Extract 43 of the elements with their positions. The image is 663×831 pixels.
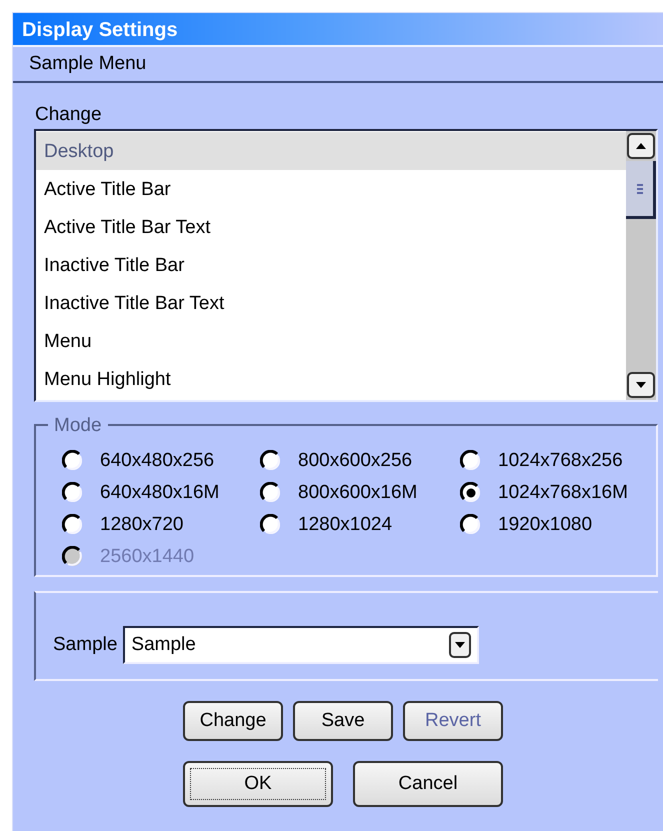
combo-box[interactable]: Sample	[123, 626, 480, 664]
scroll-thumb[interactable]	[626, 161, 656, 219]
down-arrow-icon	[455, 642, 466, 648]
ok-button[interactable]: OK	[183, 761, 333, 807]
scroll-up-button[interactable]	[627, 133, 655, 159]
radio-label: 1280x720	[100, 512, 184, 537]
list-item[interactable]: Menu	[36, 322, 626, 360]
list-item[interactable]: Inactive Title Bar	[36, 246, 626, 284]
up-arrow-icon	[635, 142, 647, 150]
radio-label: 1920x1080	[498, 512, 592, 537]
radio-label: 1280x1024	[298, 512, 392, 537]
radio-button[interactable]	[260, 514, 282, 536]
radio-button[interactable]	[460, 450, 482, 472]
down-arrow-icon	[635, 381, 647, 389]
radio-button[interactable]	[62, 482, 84, 504]
action-button[interactable]: Save	[293, 701, 393, 741]
cancel-button[interactable]: Cancel	[353, 761, 503, 807]
radio-button[interactable]	[260, 482, 282, 504]
radio-label: 800x600x16M	[298, 480, 418, 505]
radio-label: 640x480x16M	[100, 480, 220, 505]
list-item[interactable]: Active Title Bar Text	[36, 208, 626, 246]
radio-label: 1024x768x256	[498, 448, 623, 473]
radio-label: 640x480x256	[100, 448, 214, 473]
menu-item[interactable]: Sample Menu	[29, 50, 146, 78]
scroll-down-button[interactable]	[627, 372, 655, 398]
list-item[interactable]: Desktop	[36, 132, 626, 170]
list-item[interactable]: Menu Highlight	[36, 360, 626, 398]
radio-button[interactable]	[460, 482, 482, 504]
radio-button[interactable]	[260, 450, 282, 472]
radio-button[interactable]	[62, 450, 84, 472]
list-item[interactable]: Inactive Title Bar Text	[36, 284, 626, 322]
list-box[interactable]: Desktop Active Title Bar Active Title Bar Text Inactive Title Bar Inactive Title Bar Text Menu Menu Highlight	[34, 129, 658, 402]
radio-button[interactable]	[62, 514, 84, 536]
grip-icon	[636, 184, 642, 194]
dropdown-button[interactable]	[449, 632, 472, 658]
radio-label: 1024x768x16M	[498, 480, 628, 505]
action-button[interactable]: Change	[183, 701, 283, 741]
field-label: Sample	[53, 632, 118, 657]
radio-label: 2560x1440	[100, 544, 194, 569]
list-label: Change	[35, 104, 102, 125]
radio-label: 800x600x256	[298, 448, 412, 473]
radio-button[interactable]	[460, 514, 482, 536]
list-item[interactable]: Active Title Bar	[36, 170, 626, 208]
